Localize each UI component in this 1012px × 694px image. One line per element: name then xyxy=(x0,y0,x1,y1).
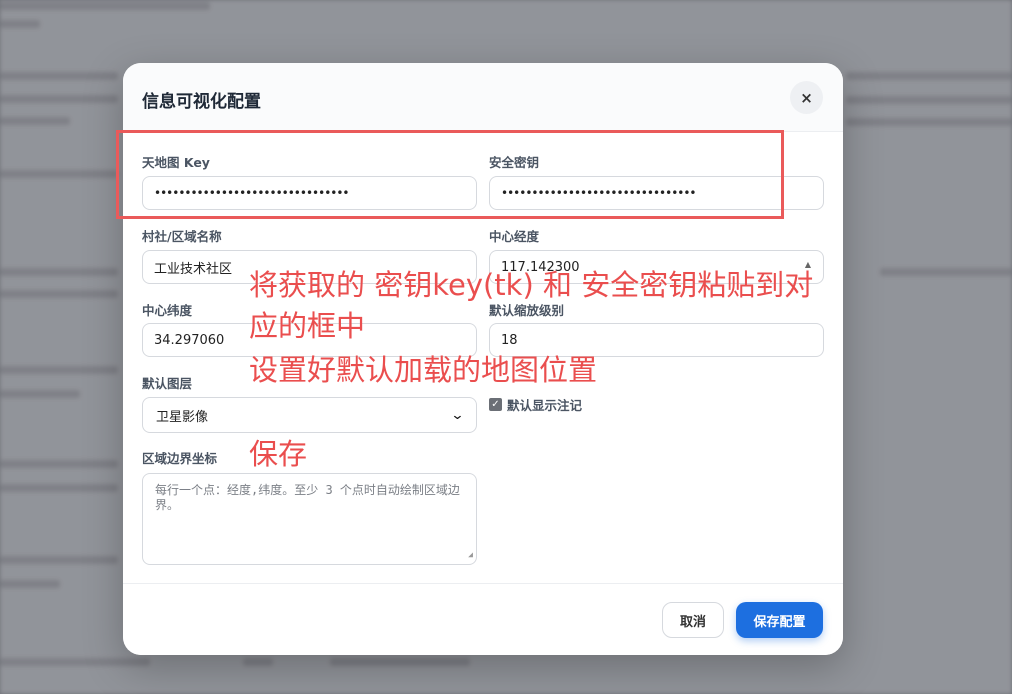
chevron-down-icon: ⌄ xyxy=(450,407,465,423)
checkbox-checked-icon[interactable]: ✓ xyxy=(489,398,502,411)
center-lng-label: 中心经度 xyxy=(489,229,540,244)
default-layer-select[interactable]: 卫星影像 ⌄ xyxy=(142,397,477,433)
dialog-header: 信息可视化配置 × xyxy=(123,63,843,132)
annotation-text-line-3: 设置好默认加载的地图位置 xyxy=(249,353,598,387)
cancel-button[interactable]: 取消 xyxy=(662,602,724,638)
close-icon: × xyxy=(800,88,813,107)
annotation-text-save: 保存 xyxy=(249,437,308,471)
save-config-button[interactable]: 保存配置 xyxy=(736,602,823,638)
dialog-title: 信息可视化配置 xyxy=(142,92,261,112)
boundary-textarea[interactable]: 每行一个点：经度,纬度。至少 3 个点时自动绘制区域边界。 ◢ xyxy=(142,473,477,565)
show-labels-toggle[interactable]: ✓ 默认显示注记 xyxy=(489,395,582,414)
region-name-label: 村社/区域名称 xyxy=(142,229,222,244)
center-lat-label: 中心纬度 xyxy=(142,303,193,318)
annotation-text-line-2: 应的框中 xyxy=(249,309,366,343)
boundary-placeholder: 每行一个点：经度,纬度。至少 3 个点时自动绘制区域边界。 xyxy=(155,483,460,512)
boundary-label: 区域边界坐标 xyxy=(142,451,218,466)
resize-handle-icon[interactable]: ◢ xyxy=(468,547,473,562)
close-button[interactable]: × xyxy=(790,81,823,114)
show-labels-label: 默认显示注记 xyxy=(507,398,583,413)
dialog-footer: 取消 保存配置 xyxy=(123,583,843,655)
default-layer-label: 默认图层 xyxy=(142,376,193,391)
annotation-text-line-1: 将获取的 密钥key(tk) 和 安全密钥粘贴到对 xyxy=(249,268,814,302)
annotation-highlight-box xyxy=(116,130,784,219)
default-layer-value: 卫星影像 xyxy=(156,409,209,425)
